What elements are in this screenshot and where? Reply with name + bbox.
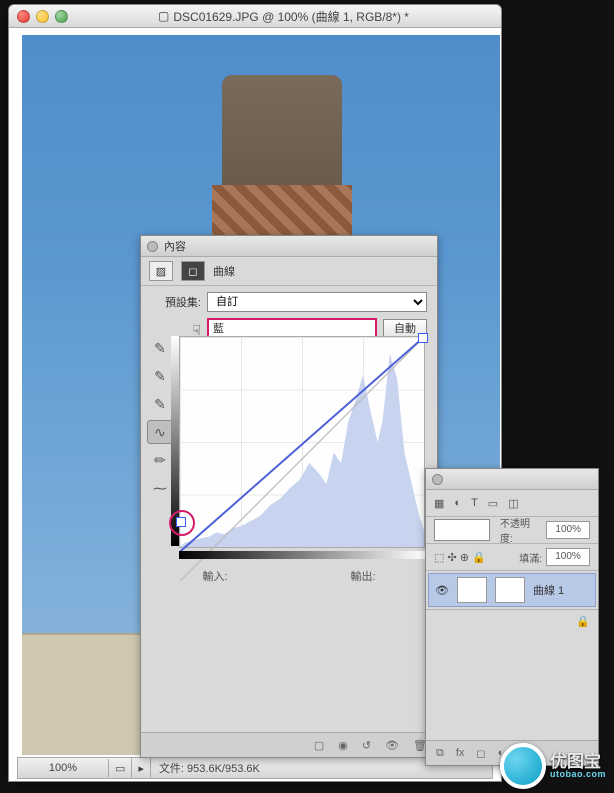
filter-type-icon[interactable]: T — [471, 497, 478, 509]
panel-title: 內容 — [164, 238, 186, 254]
fill-label: 填滿: — [519, 550, 542, 565]
layer-lock-row: 🔒 — [426, 609, 598, 632]
properties-panel: 內容 ▨ ◻ 曲線 預設集: 自訂 ☟ 藍 自動 ✎ ✎ ✎ ∿ ✏ ⁓ — [140, 235, 438, 758]
mask-thumb[interactable] — [495, 577, 525, 603]
view-previous-icon[interactable]: ◉ — [338, 739, 348, 752]
curves-icon[interactable]: ▨ — [149, 261, 173, 281]
filesize-display[interactable]: 文件: 953.6K/953.6K — [151, 760, 260, 776]
preset-select[interactable]: 自訂 — [207, 292, 427, 312]
eyedropper-gray-icon[interactable]: ✎ — [147, 364, 173, 388]
properties-footer: ▢ ◉ ↺ 👁 🗑 — [141, 732, 437, 757]
curve-tools: ✎ ✎ ✎ ∿ ✏ ⁓ — [147, 336, 173, 500]
logo-url: utobao.com — [550, 770, 606, 779]
logo-icon — [500, 743, 546, 789]
statusbar: 100% ▭ ▸ 文件: 953.6K/953.6K — [17, 757, 493, 779]
close-button[interactable] — [17, 10, 30, 23]
fill-value[interactable]: 100% — [546, 548, 590, 566]
clip-icon[interactable]: ▢ — [314, 739, 324, 752]
input-gradient — [179, 551, 425, 559]
filter-shape-icon[interactable]: ▭ — [488, 497, 498, 510]
eye-icon[interactable]: 👁 — [435, 584, 449, 597]
reset-icon[interactable]: ↺ — [362, 739, 371, 752]
pencil-icon[interactable]: ✏ — [147, 448, 173, 472]
lock-icon[interactable]: 🔒 — [576, 615, 590, 628]
layer-item[interactable]: 👁 曲線 1 — [428, 573, 596, 607]
blend-row: 不透明度: 100% — [426, 517, 598, 544]
curves-graph[interactable] — [179, 336, 425, 548]
window-title: ▢ DSC01629.JPG @ 100% (曲線 1, RGB/8*) * — [74, 8, 493, 25]
layers-header[interactable] — [426, 469, 598, 490]
preset-label: 預設集: — [151, 294, 201, 310]
mask-icon[interactable]: ◻ — [181, 261, 205, 281]
filter-row: ▦ ◐ T ▭ ◫ — [426, 490, 598, 517]
output-label: 輸出: — [350, 571, 375, 583]
lock-row: ⬚ ✣ ⊕ 🔒 填滿: 100% — [426, 544, 598, 571]
titlebar: ▢ DSC01629.JPG @ 100% (曲線 1, RGB/8*) * — [9, 5, 501, 28]
adjustment-label: 曲線 — [213, 263, 235, 279]
link-icon[interactable]: ⧉ — [436, 747, 444, 760]
zoom-level[interactable]: 100% — [18, 759, 109, 777]
layer-thumb[interactable] — [457, 577, 487, 603]
opacity-value[interactable]: 100% — [546, 521, 590, 539]
fx-icon[interactable]: fx — [456, 747, 465, 759]
visibility-icon[interactable]: 👁 — [385, 739, 399, 752]
statusbar-icon[interactable]: ▭ — [109, 758, 132, 778]
smooth-icon[interactable]: ⁓ — [147, 476, 173, 500]
input-label: 輸入: — [202, 571, 227, 583]
eyedropper-white-icon[interactable]: ✎ — [147, 392, 173, 416]
filter-pixel-icon[interactable]: ▦ — [434, 497, 444, 510]
layer-name[interactable]: 曲線 1 — [533, 582, 564, 598]
filter-smart-icon[interactable]: ◫ — [508, 497, 518, 510]
statusbar-arrow-icon[interactable]: ▸ — [132, 758, 151, 778]
eyedropper-black-icon[interactable]: ✎ — [147, 336, 173, 360]
lock-icons[interactable]: ⬚ ✣ ⊕ 🔒 — [434, 551, 486, 564]
filter-adjust-icon[interactable]: ◐ — [454, 497, 461, 509]
panel-header[interactable]: 內容 — [141, 236, 437, 257]
curve-point-high[interactable] — [418, 333, 428, 343]
watermark-logo: 优图宝 utobao.com — [500, 743, 610, 789]
layers-panel: ▦ ◐ T ▭ ◫ 不透明度: 100% ⬚ ✣ ⊕ 🔒 填滿: 100% 👁 … — [425, 468, 599, 766]
zoom-button[interactable] — [55, 10, 68, 23]
opacity-label: 不透明度: — [500, 515, 542, 545]
mask-add-icon[interactable]: ◻ — [476, 747, 485, 760]
blend-select[interactable] — [434, 519, 490, 541]
adjustment-type-row: ▨ ◻ 曲線 — [141, 257, 437, 286]
highlight-ring — [169, 510, 195, 536]
minimize-button[interactable] — [36, 10, 49, 23]
layers-close-icon[interactable] — [432, 474, 443, 485]
io-row: 輸入: 輸出: — [141, 568, 437, 584]
panel-close-icon[interactable] — [147, 241, 158, 252]
curve-edit-icon[interactable]: ∿ — [147, 420, 173, 444]
logo-text: 优图宝 — [550, 753, 606, 770]
proxy-icon: ▢ — [158, 9, 169, 23]
